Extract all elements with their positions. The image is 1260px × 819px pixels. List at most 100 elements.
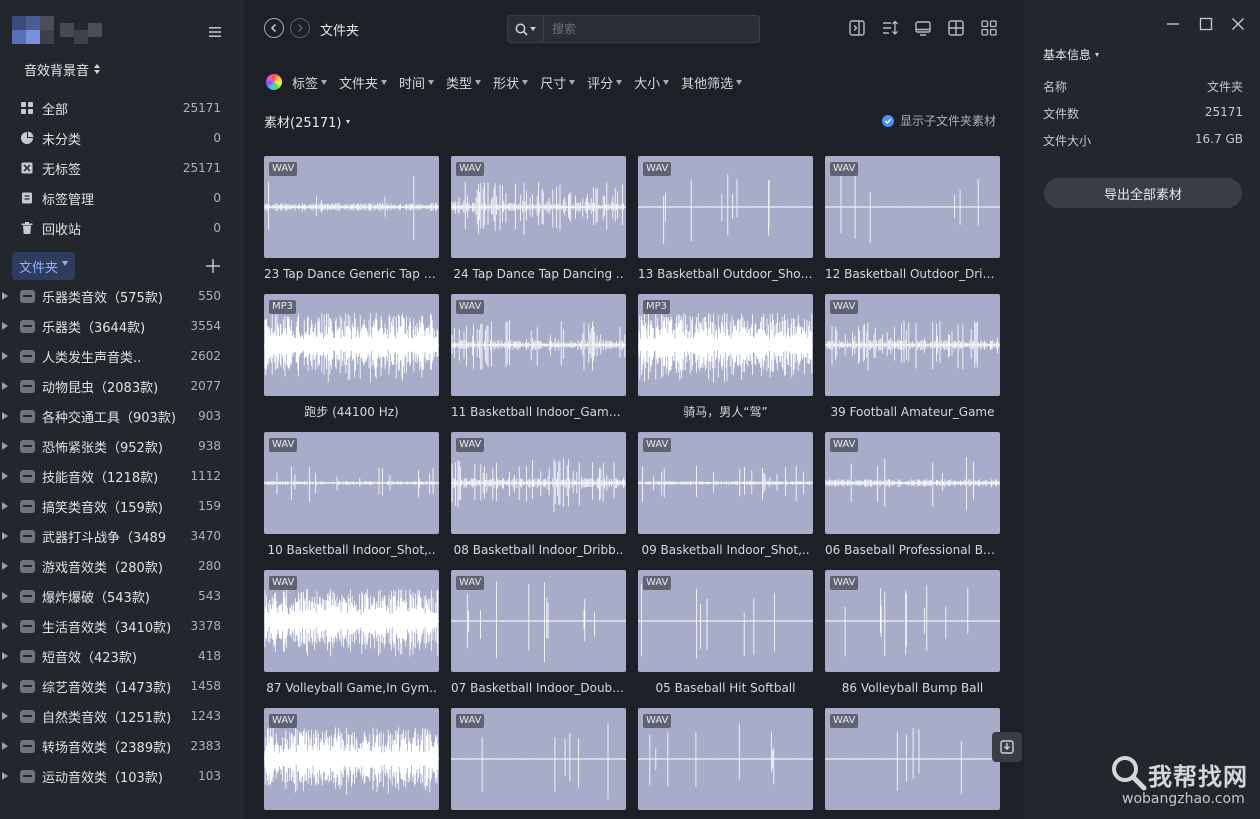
- waveform-thumbnail[interactable]: WAV: [638, 156, 813, 258]
- folder-item[interactable]: 各种交通工具（903款) 903: [0, 401, 244, 431]
- filter-dropdown[interactable]: 其他筛选: [681, 73, 743, 92]
- expand-arrow-icon[interactable]: [2, 712, 8, 720]
- folder-item[interactable]: 自然类音效（1251款) 1243: [0, 701, 244, 731]
- expand-arrow-icon[interactable]: [2, 412, 8, 420]
- sidebar-nav-item[interactable]: 未分类 0: [0, 123, 244, 153]
- layout-icon[interactable]: [946, 18, 966, 38]
- folder-item[interactable]: 生活音效类（3410款) 3378: [0, 611, 244, 641]
- folders-header[interactable]: 文件夹: [12, 252, 76, 280]
- filter-dropdown[interactable]: 评分: [587, 73, 623, 92]
- expand-arrow-icon[interactable]: [2, 592, 8, 600]
- back-button[interactable]: [264, 18, 284, 38]
- filter-dropdown[interactable]: 时间: [399, 73, 435, 92]
- filter-dropdown[interactable]: 形状: [493, 73, 529, 92]
- filter-dropdown[interactable]: 类型: [446, 73, 482, 92]
- asset-card[interactable]: WAV: [451, 708, 626, 819]
- asset-card[interactable]: WAV 87 Volleyball Game,In Gym..: [264, 570, 439, 696]
- asset-card[interactable]: WAV: [264, 708, 439, 819]
- waveform-thumbnail[interactable]: WAV: [638, 708, 813, 810]
- folder-item[interactable]: 爆炸爆破（543款) 543: [0, 581, 244, 611]
- folder-item[interactable]: 游戏音效类（280款) 280: [0, 551, 244, 581]
- asset-card[interactable]: WAV 86 Volleyball Bump Ball: [825, 570, 1000, 696]
- show-subfolder-toggle[interactable]: 显示子文件夹素材: [882, 112, 996, 129]
- library-selector[interactable]: 音效背景音: [24, 59, 101, 79]
- expand-arrow-icon[interactable]: [2, 292, 8, 300]
- asset-card[interactable]: WAV 10 Basketball Indoor_Shot,..: [264, 432, 439, 558]
- expand-arrow-icon[interactable]: [2, 442, 8, 450]
- minimize-button[interactable]: [1165, 16, 1181, 32]
- folder-item[interactable]: 恐怖紧张类（952款) 938: [0, 431, 244, 461]
- asset-card[interactable]: WAV 13 Basketball Outdoor_Shot,..: [638, 156, 813, 282]
- waveform-thumbnail[interactable]: WAV: [825, 294, 1000, 396]
- color-filter-icon[interactable]: [266, 74, 282, 90]
- filter-dropdown[interactable]: 文件夹: [339, 73, 388, 92]
- folder-item[interactable]: 人类发生声音类.. 2602: [0, 341, 244, 371]
- expand-arrow-icon[interactable]: [2, 532, 8, 540]
- waveform-thumbnail[interactable]: WAV: [264, 432, 439, 534]
- waveform-thumbnail[interactable]: WAV: [638, 570, 813, 672]
- export-all-button[interactable]: 导出全部素材: [1044, 178, 1242, 208]
- hamburger-menu-icon[interactable]: [207, 24, 223, 40]
- filter-dropdown[interactable]: 大小: [634, 73, 670, 92]
- folder-item[interactable]: 短音效（423款) 418: [0, 641, 244, 671]
- waveform-thumbnail[interactable]: WAV: [825, 156, 1000, 258]
- asset-card[interactable]: WAV 06 Baseball Professional Bas..: [825, 432, 1000, 558]
- waveform-thumbnail[interactable]: WAV: [451, 570, 626, 672]
- folder-item[interactable]: 乐器类音效（575款) 550: [0, 281, 244, 311]
- toggle-panel-icon[interactable]: [847, 18, 867, 38]
- asset-count-title[interactable]: 素材(25171): [264, 112, 350, 131]
- sidebar-nav-item[interactable]: 标签管理 0: [0, 183, 244, 213]
- expand-arrow-icon[interactable]: [2, 322, 8, 330]
- expand-arrow-icon[interactable]: [2, 622, 8, 630]
- expand-arrow-icon[interactable]: [2, 352, 8, 360]
- asset-card[interactable]: WAV 05 Baseball Hit Softball: [638, 570, 813, 696]
- locate-button[interactable]: [992, 732, 1022, 762]
- filter-dropdown[interactable]: 标签: [292, 73, 328, 92]
- waveform-thumbnail[interactable]: WAV: [638, 432, 813, 534]
- close-button[interactable]: [1230, 16, 1246, 32]
- sort-options-icon[interactable]: [880, 18, 900, 38]
- asset-card[interactable]: MP3 跑步 (44100 Hz): [264, 294, 439, 420]
- expand-arrow-icon[interactable]: [2, 652, 8, 660]
- preview-mode-icon[interactable]: [913, 18, 933, 38]
- waveform-thumbnail[interactable]: WAV: [264, 570, 439, 672]
- asset-card[interactable]: WAV 11 Basketball Indoor_Game,..: [451, 294, 626, 420]
- search-mode-button[interactable]: [508, 16, 544, 42]
- asset-card[interactable]: MP3 骑马，男人“驾”: [638, 294, 813, 420]
- expand-arrow-icon[interactable]: [2, 772, 8, 780]
- folder-item[interactable]: 运动音效类（103款) 103: [0, 761, 244, 791]
- folder-item[interactable]: 转场音效类（2389款) 2383: [0, 731, 244, 761]
- waveform-thumbnail[interactable]: WAV: [264, 156, 439, 258]
- folder-item[interactable]: 技能音效（1218款) 1112: [0, 461, 244, 491]
- sidebar-nav-item[interactable]: 无标签 25171: [0, 153, 244, 183]
- waveform-thumbnail[interactable]: WAV: [451, 432, 626, 534]
- waveform-thumbnail[interactable]: MP3: [638, 294, 813, 396]
- expand-arrow-icon[interactable]: [2, 382, 8, 390]
- basic-info-header[interactable]: 基本信息: [1043, 46, 1100, 63]
- folder-item[interactable]: 综艺音效类（1473款) 1458: [0, 671, 244, 701]
- expand-arrow-icon[interactable]: [2, 562, 8, 570]
- asset-card[interactable]: WAV 09 Basketball Indoor_Shot,..: [638, 432, 813, 558]
- expand-arrow-icon[interactable]: [2, 472, 8, 480]
- waveform-thumbnail[interactable]: WAV: [451, 708, 626, 810]
- search-input[interactable]: [544, 22, 759, 36]
- waveform-thumbnail[interactable]: WAV: [825, 432, 1000, 534]
- expand-arrow-icon[interactable]: [2, 682, 8, 690]
- forward-button[interactable]: [290, 18, 310, 38]
- waveform-thumbnail[interactable]: MP3: [264, 294, 439, 396]
- waveform-thumbnail[interactable]: WAV: [825, 708, 1000, 810]
- filter-dropdown[interactable]: 尺寸: [540, 73, 576, 92]
- sidebar-nav-item[interactable]: 回收站 0: [0, 213, 244, 243]
- expand-arrow-icon[interactable]: [2, 742, 8, 750]
- asset-card[interactable]: WAV 39 Football Amateur_Game: [825, 294, 1000, 420]
- sidebar-nav-item[interactable]: 全部 25171: [0, 93, 244, 123]
- folder-item[interactable]: 搞笑类音效（159款) 159: [0, 491, 244, 521]
- folder-item[interactable]: 乐器类（3644款) 3554: [0, 311, 244, 341]
- asset-card[interactable]: WAV 08 Basketball Indoor_Dribb..: [451, 432, 626, 558]
- waveform-thumbnail[interactable]: WAV: [825, 570, 1000, 672]
- folder-item[interactable]: 动物昆虫（2083款) 2077: [0, 371, 244, 401]
- asset-card[interactable]: WAV 12 Basketball Outdoor_Dribb..: [825, 156, 1000, 282]
- folder-item[interactable]: 武器打斗战争（3489 3470: [0, 521, 244, 551]
- asset-card[interactable]: WAV 23 Tap Dance Generic Tap D..: [264, 156, 439, 282]
- add-folder-icon[interactable]: [206, 259, 220, 273]
